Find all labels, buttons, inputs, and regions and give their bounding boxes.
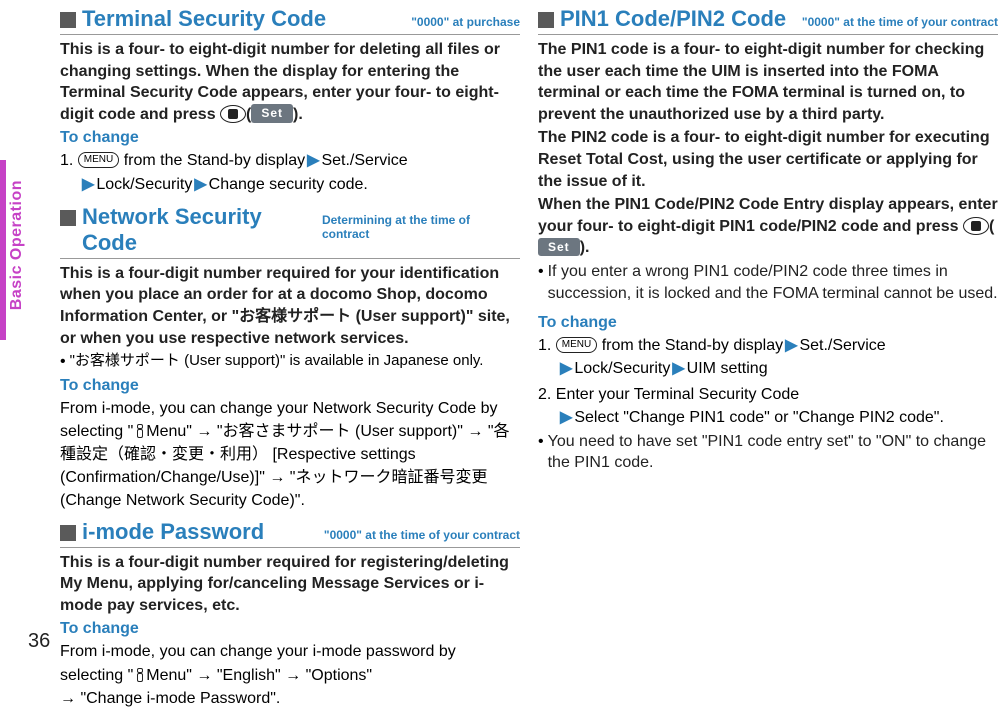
- section-badge: Determining at the time of contract: [322, 213, 520, 241]
- arrow-icon: ▶: [192, 176, 208, 193]
- section-title: Terminal Security Code: [82, 6, 326, 32]
- section-badge: "0000" at the time of your contract: [324, 528, 520, 542]
- content-columns: Terminal Security Code "0000" at purchas…: [60, 0, 1003, 663]
- arrow-icon: ▶: [783, 337, 799, 354]
- arrow-icon: ▶: [670, 360, 686, 377]
- ok-button-icon: [963, 217, 989, 235]
- menu-key-icon: MENU: [78, 152, 119, 169]
- left-column: Terminal Security Code "0000" at purchas…: [60, 4, 520, 663]
- pin-step-2: 2. Enter your Terminal Security Code ▶Se…: [538, 383, 998, 429]
- page-number: 36: [28, 630, 50, 653]
- section-title: Network Security Code: [82, 204, 322, 256]
- sidebar-tab: Basic Operation: [0, 160, 28, 340]
- imode-change-instructions: From i-mode, you can change your i-mode …: [60, 640, 520, 710]
- to-change-label: To change: [60, 620, 520, 638]
- pin-body-3: When the PIN1 Code/PIN2 Code Entry displ…: [538, 194, 998, 259]
- section-badge: "0000" at the time of your contract: [802, 15, 998, 29]
- section-title: i-mode Password: [82, 519, 264, 545]
- set-pill: Set: [251, 104, 293, 122]
- i-mode-icon: [134, 668, 145, 681]
- section-header-imode: i-mode Password "0000" at the time of yo…: [60, 519, 520, 548]
- to-change-label: To change: [538, 314, 998, 332]
- pin-step-1: 1. MENU from the Stand-by display▶Set./S…: [538, 334, 998, 380]
- ok-button-icon: [220, 105, 246, 123]
- sidebar-stripe: [0, 160, 6, 340]
- section-header-terminal: Terminal Security Code "0000" at purchas…: [60, 6, 520, 35]
- sidebar-label: Basic Operation: [8, 180, 26, 310]
- section-title: PIN1 Code/PIN2 Code: [560, 6, 786, 32]
- section-header-pin: PIN1 Code/PIN2 Code "0000" at the time o…: [538, 6, 998, 35]
- i-mode-icon: [134, 424, 145, 437]
- to-change-label: To change: [60, 129, 520, 147]
- square-bullet-icon: [60, 210, 76, 226]
- section-body: This is a four-digit number required for…: [60, 263, 520, 349]
- network-change-instructions: From i-mode, you can change your Network…: [60, 397, 520, 513]
- section-body: This is a four- to eight-digit number fo…: [60, 39, 520, 125]
- arrow-icon: ▶: [558, 360, 574, 377]
- menu-key-icon: MENU: [556, 337, 597, 354]
- square-bullet-icon: [60, 525, 76, 541]
- pin-note: • If you enter a wrong PIN1 code/PIN2 co…: [538, 261, 998, 304]
- square-bullet-icon: [538, 12, 554, 28]
- note-line: • "お客様サポート (User support)" is available …: [60, 351, 520, 373]
- arrow-icon: ▶: [558, 409, 574, 426]
- section-badge: "0000" at purchase: [411, 15, 520, 29]
- step-1: 1. MENU from the Stand-by display▶Set./S…: [60, 149, 520, 195]
- right-column: PIN1 Code/PIN2 Code "0000" at the time o…: [538, 4, 998, 663]
- arrow-icon: ▶: [305, 152, 321, 169]
- pin-note-2: • You need to have set "PIN1 code entry …: [538, 431, 998, 474]
- pin-body-2: The PIN2 code is a four- to eight-digit …: [538, 127, 998, 192]
- to-change-label: To change: [60, 377, 520, 395]
- set-pill: Set: [538, 238, 580, 256]
- arrow-icon: ▶: [80, 176, 96, 193]
- section-header-network: Network Security Code Determining at the…: [60, 204, 520, 259]
- section-body: This is a four-digit number required for…: [60, 552, 520, 617]
- pin-body-1: The PIN1 code is a four- to eight-digit …: [538, 39, 998, 125]
- square-bullet-icon: [60, 12, 76, 28]
